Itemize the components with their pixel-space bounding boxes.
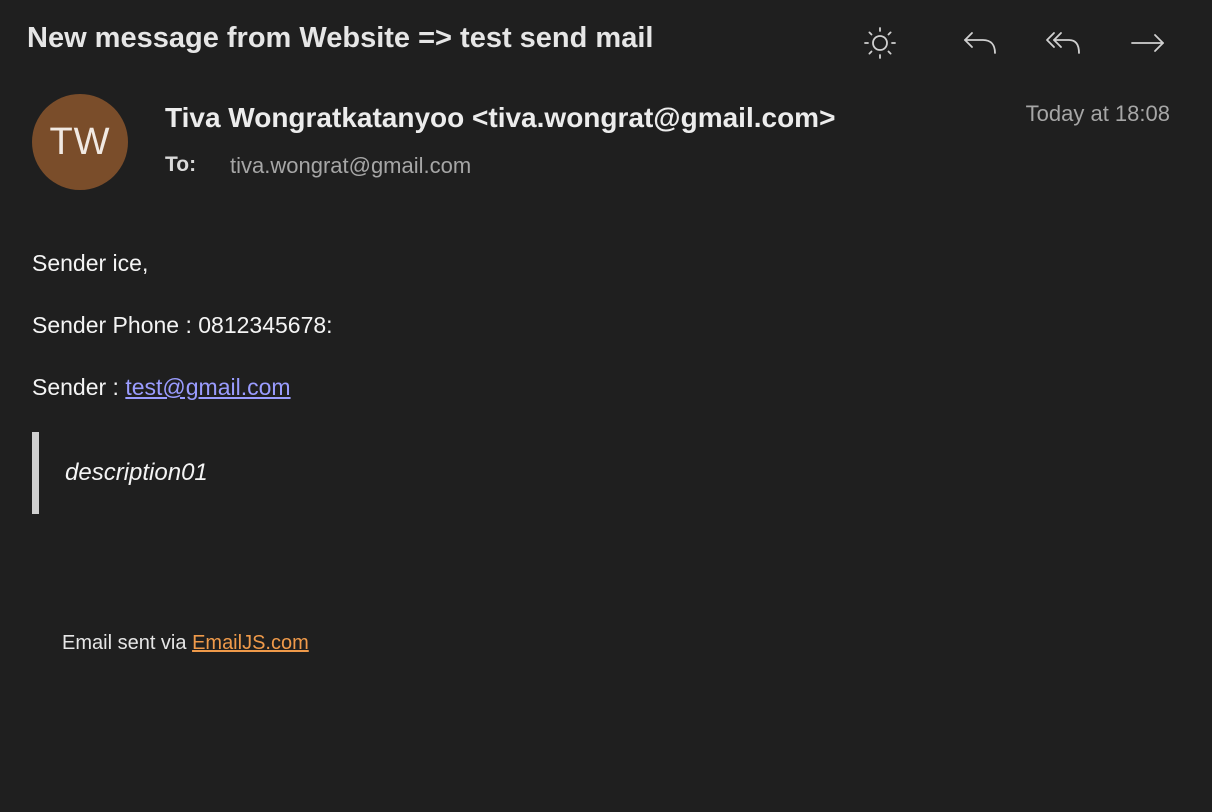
forward-button[interactable] xyxy=(1128,24,1168,62)
sender-address[interactable]: Tiva Wongratkatanyoo <tiva.wongrat@gmail… xyxy=(165,102,835,134)
reply-icon xyxy=(961,28,999,58)
description-quote: description01 xyxy=(32,432,208,514)
message-subject: New message from Website => test send ma… xyxy=(27,22,654,54)
footer-text: Email sent via xyxy=(62,632,193,654)
emailjs-link[interactable]: EmailJS.com xyxy=(192,632,309,654)
sender-avatar: TW xyxy=(32,94,128,190)
reply-button[interactable] xyxy=(960,24,1000,62)
body-greeting: Sender ice, xyxy=(32,250,149,276)
forward-icon xyxy=(1129,28,1167,58)
sun-icon xyxy=(863,26,897,60)
appearance-toggle-button[interactable] xyxy=(860,24,900,62)
body-sender-line: Sender : test@gmail.com xyxy=(32,374,291,401)
body-phone: Sender Phone : 0812345678: xyxy=(32,312,333,338)
recipient-address[interactable]: tiva.wongrat@gmail.com xyxy=(230,153,471,179)
message-date: Today at 18:08 xyxy=(1025,101,1170,126)
recipient-label: To: xyxy=(165,153,197,176)
sender-email-link[interactable]: test@gmail.com xyxy=(125,374,290,400)
reply-all-icon xyxy=(1045,28,1083,58)
body-sender-label: Sender : xyxy=(32,374,126,400)
description-text: description01 xyxy=(65,459,208,486)
email-footer: Email sent via EmailJS.com xyxy=(62,632,309,655)
reply-all-button[interactable] xyxy=(1044,24,1084,62)
